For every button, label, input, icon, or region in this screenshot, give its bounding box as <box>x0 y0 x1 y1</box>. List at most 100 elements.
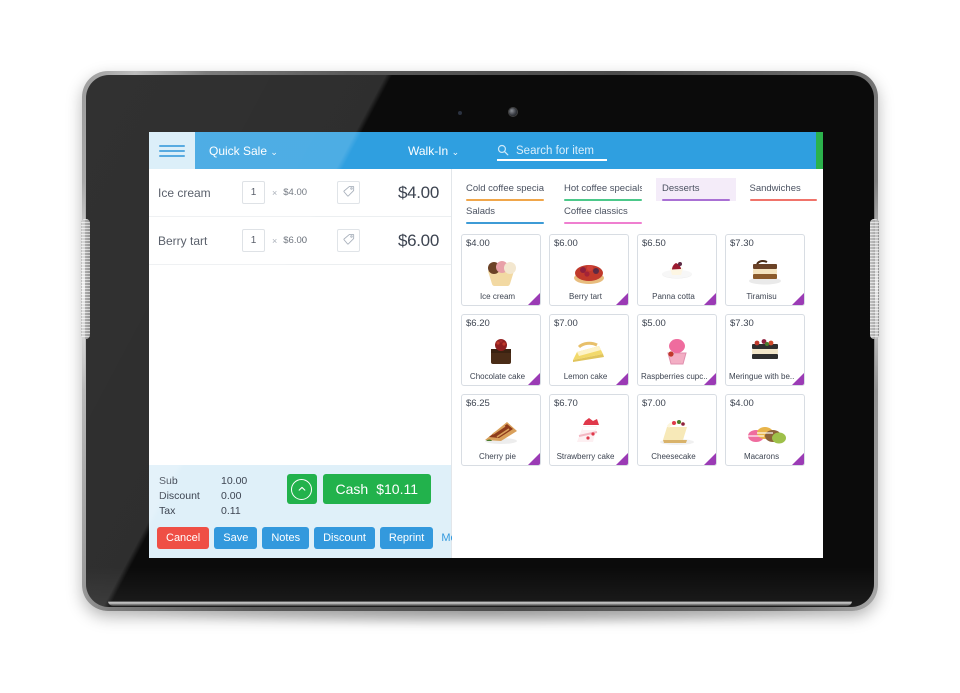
category-tab-underline <box>662 199 730 201</box>
search-icon <box>497 144 509 158</box>
category-tab-sandwiches[interactable]: Sandwiches <box>744 178 824 201</box>
category-tab-underline <box>466 222 544 224</box>
total-label: Tax <box>159 505 176 517</box>
cart-item-line-total: $6.00 <box>397 230 439 250</box>
chevron-up-icon <box>291 478 313 500</box>
catalog-panel: Cold coffee specials Hot coffee specials D… <box>452 169 823 558</box>
product-corner-flag <box>616 293 628 305</box>
cart-item-discount-button[interactable] <box>337 181 361 204</box>
collapse-totals-button[interactable] <box>286 474 317 504</box>
tag-icon <box>343 233 355 248</box>
product-tile[interactable]: $4.00 Ice cream <box>461 234 541 306</box>
product-price: $4.00 <box>730 398 754 409</box>
product-tile[interactable]: $6.00 Berry tart <box>549 234 629 306</box>
category-tab-underline <box>749 199 817 201</box>
category-tab-salads[interactable]: Salads <box>460 201 550 224</box>
tiramisu-icon <box>726 249 804 292</box>
product-price: $6.25 <box>466 398 490 409</box>
cash-pay-button[interactable]: Cash $10.11 <box>322 474 431 504</box>
product-tile[interactable]: $4.00 Macarons <box>725 394 805 466</box>
search-input[interactable]: Search for item <box>497 132 689 169</box>
chevron-down-icon: ⌄ <box>270 146 278 157</box>
product-price: $6.20 <box>466 318 490 329</box>
quick-sale-label: Quick Sale <box>209 143 268 158</box>
hamburger-menu-button[interactable] <box>149 132 195 169</box>
product-price: $6.00 <box>554 238 578 249</box>
category-tab-label: Coffee classics <box>564 206 628 217</box>
front-camera-icon <box>509 108 517 116</box>
category-tab-cold-coffee-specials[interactable]: Cold coffee specials <box>460 178 550 201</box>
ice-cream-icon <box>462 249 540 292</box>
product-tile[interactable]: $6.25 Cherry pie <box>461 394 541 466</box>
tablet-bezel: Quick Sale ⌄ Walk-In ⌄ Search for item I… <box>86 75 874 607</box>
berry-tart-icon <box>550 249 628 292</box>
category-tab-label: Hot coffee specials <box>564 183 642 194</box>
tag-icon <box>343 185 355 200</box>
product-price: $5.00 <box>642 318 666 329</box>
product-tile[interactable]: $7.30 Tiramisu <box>725 234 805 306</box>
light-sensor-icon <box>458 111 462 115</box>
product-corner-flag <box>792 373 804 385</box>
product-corner-flag <box>528 293 540 305</box>
panna-cotta-icon <box>638 249 716 292</box>
product-price: $6.50 <box>642 238 666 249</box>
product-tile[interactable]: $6.50 Panna cotta <box>637 234 717 306</box>
discount-button[interactable]: Discount <box>314 527 375 549</box>
cash-label: Cash <box>335 481 369 497</box>
cherry-pie-icon <box>462 409 540 452</box>
tablet-bottom-rim <box>108 601 852 606</box>
strawberry-cake-icon <box>550 409 628 452</box>
cart-item-row[interactable]: Berry tart 1 × $6.00 $6.00 <box>149 217 451 265</box>
cart-item-unit-price: $4.00 <box>283 187 308 198</box>
reprint-button[interactable]: Reprint <box>379 527 434 549</box>
cart-item-unit-price: $6.00 <box>283 235 308 246</box>
product-tile[interactable]: $6.70 Strawberry cake <box>549 394 629 466</box>
chevron-down-icon: ⌄ <box>451 146 460 157</box>
notes-button[interactable]: Notes <box>262 527 310 549</box>
cart-item-row[interactable]: Ice cream 1 × $4.00 $4.00 <box>149 169 451 217</box>
lemon-cake-icon <box>550 329 628 372</box>
product-corner-flag <box>616 453 628 465</box>
search-underline <box>497 159 607 161</box>
total-value: 0.00 <box>221 490 242 502</box>
product-price: $7.00 <box>642 398 666 409</box>
product-corner-flag <box>704 373 716 385</box>
product-tile[interactable]: $6.20 Chocolate cake <box>461 314 541 386</box>
product-tile[interactable]: $7.30 Meringue with be.. <box>725 314 805 386</box>
product-tile[interactable]: $7.00 Lemon cake <box>549 314 629 386</box>
multiply-symbol: × <box>272 235 278 246</box>
pos-app-screen: Quick Sale ⌄ Walk-In ⌄ Search for item I… <box>149 132 823 558</box>
topbar-content: Quick Sale ⌄ Walk-In ⌄ Search for item <box>195 132 823 169</box>
category-tab-underline <box>564 222 642 224</box>
category-tabs: Cold coffee specials Hot coffee specials D… <box>452 169 823 228</box>
product-tile[interactable]: $5.00 Raspberries cupc.. <box>637 314 717 386</box>
category-tab-label: Cold coffee specials <box>466 183 544 194</box>
cart-item-quantity[interactable]: 1 <box>242 229 265 252</box>
product-price: $4.00 <box>466 238 490 249</box>
cart-item-quantity[interactable]: 1 <box>242 181 265 204</box>
cart-item-discount-button[interactable] <box>337 229 361 252</box>
cheesecake-icon <box>638 409 716 452</box>
category-tab-desserts[interactable]: Desserts <box>656 178 736 201</box>
total-value: 10.00 <box>221 475 248 487</box>
cart-item-list: Ice cream 1 × $4.00 $4.00 Berry tart 1 × $6.00 $6… <box>149 169 451 465</box>
product-tile[interactable]: $7.00 Cheesecake <box>637 394 717 466</box>
cash-amount: $10.11 <box>376 481 418 497</box>
save-button[interactable]: Save <box>214 527 258 549</box>
total-label: Discount <box>159 490 200 502</box>
quick-sale-dropdown[interactable]: Quick Sale ⌄ <box>209 144 278 158</box>
cart-panel: Ice cream 1 × $4.00 $4.00 Berry tart 1 × $6.00 $6… <box>149 169 466 558</box>
totals-breakdown: Sub 10.00 Discount 0.00 Tax 0.11 <box>159 474 269 519</box>
customer-dropdown[interactable]: Walk-In ⌄ <box>408 144 459 158</box>
total-label: Sub <box>159 475 178 487</box>
edge-highlight-right <box>875 181 878 391</box>
category-tab-hot-coffee-specials[interactable]: Hot coffee specials <box>558 178 648 201</box>
multiply-symbol: × <box>272 187 278 198</box>
product-price: $7.30 <box>730 238 754 249</box>
product-corner-flag <box>792 293 804 305</box>
cancel-button[interactable]: Cancel <box>157 527 210 549</box>
customer-label: Walk-In <box>408 143 449 158</box>
total-row: Sub 10.00 <box>159 474 269 489</box>
cart-item-name: Berry tart <box>158 233 208 248</box>
category-tab-coffee-classics[interactable]: Coffee classics <box>558 201 648 224</box>
